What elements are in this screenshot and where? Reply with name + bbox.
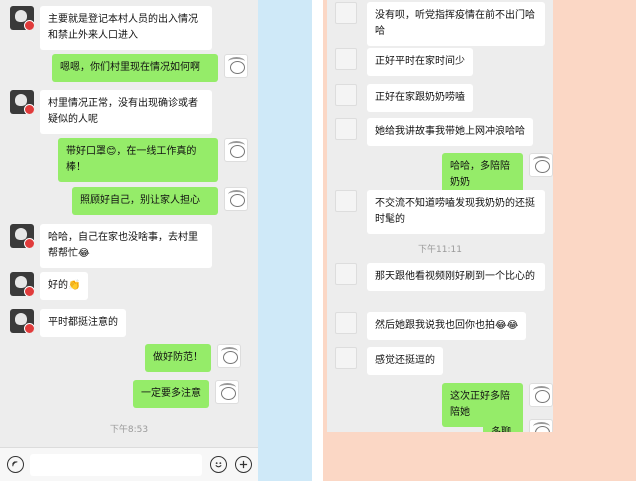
avatar[interactable]: [529, 153, 553, 177]
avatar[interactable]: [224, 138, 248, 162]
message-incoming: 正好在家跟奶奶唠嗑: [335, 84, 473, 112]
message-outgoing: 嗯嗯，你们村里现在情况如何啊: [52, 54, 248, 82]
avatar[interactable]: [10, 309, 34, 333]
avatar[interactable]: [10, 272, 34, 296]
avatar[interactable]: [335, 48, 357, 70]
message-incoming: 好的👏: [10, 272, 89, 300]
avatar[interactable]: [335, 190, 357, 212]
message-bubble[interactable]: 嗯嗯，你们村里现在情况如何啊: [52, 54, 218, 82]
avatar[interactable]: [335, 347, 357, 369]
emoji-icon[interactable]: [210, 456, 227, 473]
message-bubble[interactable]: 多聊聊天: [483, 419, 523, 432]
message-outgoing: 一定要多注意: [133, 380, 239, 408]
avatar[interactable]: [224, 54, 248, 78]
message-bubble[interactable]: 一定要多注意: [133, 380, 209, 408]
avatar[interactable]: [335, 263, 357, 285]
right-chat-area[interactable]: 没有呗，听党指挥疫情在前不出门哈哈 正好平时在家时间少 正好在家跟奶奶唠嗑 她给…: [327, 0, 553, 432]
message-incoming: 不交流不知道唠嗑发现我奶奶的还挺时髦的: [335, 190, 545, 234]
message-bubble[interactable]: 平时都挺注意的: [40, 309, 126, 337]
timestamp: 下午11:11: [418, 245, 462, 255]
message-incoming: 哈哈，自己在家也没啥事，去村里帮帮忙😂: [10, 224, 212, 268]
input-bar: [0, 447, 258, 481]
message-input[interactable]: [30, 454, 202, 476]
message-bubble[interactable]: 带好口罩😊，在一线工作真的棒！: [58, 138, 218, 182]
plus-icon[interactable]: [235, 456, 252, 473]
avatar[interactable]: [10, 90, 34, 114]
left-chat-area[interactable]: 主要就是登记本村人员的出入情况和禁止外来人口进入 嗯嗯，你们村里现在情况如何啊 …: [0, 0, 258, 447]
voice-icon[interactable]: [7, 456, 24, 473]
message-bubble[interactable]: 主要就是登记本村人员的出入情况和禁止外来人口进入: [40, 6, 212, 50]
avatar[interactable]: [224, 187, 248, 211]
message-bubble[interactable]: 正好平时在家时间少: [367, 48, 473, 76]
message-outgoing: 做好防范！: [145, 344, 241, 372]
message-bubble[interactable]: 感觉还挺逗的: [367, 347, 443, 375]
message-bubble[interactable]: 照顾好自己，别让家人担心: [72, 187, 218, 215]
avatar[interactable]: [335, 312, 357, 334]
avatar[interactable]: [215, 380, 239, 404]
message-incoming: 正好平时在家时间少: [335, 48, 473, 76]
message-bubble[interactable]: 她给我讲故事我带她上网冲浪哈哈: [367, 118, 533, 146]
avatar[interactable]: [335, 84, 357, 106]
message-bubble[interactable]: 那天跟他看视频刚好刷到一个比心的: [367, 263, 545, 291]
avatar[interactable]: [529, 419, 553, 432]
avatar[interactable]: [529, 383, 553, 407]
message-incoming: 感觉还挺逗的: [335, 347, 443, 375]
message-outgoing: 多聊聊天: [483, 419, 553, 432]
message-incoming: 村里情况正常，没有出现确诊或者疑似的人呢: [10, 90, 212, 134]
timestamp: 下午8:53: [109, 425, 149, 435]
message-bubble[interactable]: 做好防范！: [145, 344, 211, 372]
message-bubble[interactable]: 好的👏: [40, 272, 89, 300]
left-screenshot-background: 主要就是登记本村人员的出入情况和禁止外来人口进入 嗯嗯，你们村里现在情况如何啊 …: [0, 0, 312, 481]
message-incoming: 平时都挺注意的: [10, 309, 126, 337]
message-bubble[interactable]: 不交流不知道唠嗑发现我奶奶的还挺时髦的: [367, 190, 545, 234]
message-incoming: 主要就是登记本村人员的出入情况和禁止外来人口进入: [10, 6, 212, 50]
avatar[interactable]: [335, 118, 357, 140]
message-incoming: 那天跟他看视频刚好刷到一个比心的: [335, 263, 545, 291]
message-bubble[interactable]: 然后她跟我说我也回你也拍😂😂: [367, 312, 527, 340]
message-incoming: 没有呗，听党指挥疫情在前不出门哈哈: [335, 2, 545, 46]
message-incoming: 她给我讲故事我带她上网冲浪哈哈: [335, 118, 533, 146]
message-bubble[interactable]: 正好在家跟奶奶唠嗑: [367, 84, 473, 112]
avatar[interactable]: [217, 344, 241, 368]
avatar[interactable]: [10, 224, 34, 248]
message-outgoing: 带好口罩😊，在一线工作真的棒！: [58, 138, 248, 182]
avatar[interactable]: [10, 6, 34, 30]
message-bubble[interactable]: 哈哈，自己在家也没啥事，去村里帮帮忙😂: [40, 224, 212, 268]
avatar[interactable]: [335, 2, 357, 24]
message-outgoing: 照顾好自己，别让家人担心: [72, 187, 248, 215]
message-bubble[interactable]: 村里情况正常，没有出现确诊或者疑似的人呢: [40, 90, 212, 134]
message-incoming: 然后她跟我说我也回你也拍😂😂: [335, 312, 527, 340]
message-bubble[interactable]: 没有呗，听党指挥疫情在前不出门哈哈: [367, 2, 545, 46]
